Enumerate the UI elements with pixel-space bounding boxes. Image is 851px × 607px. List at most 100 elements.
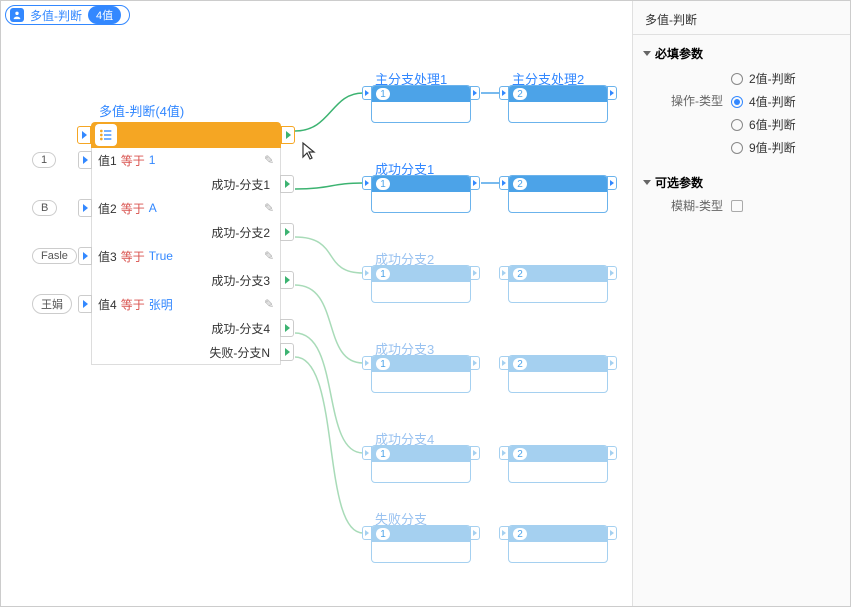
operator-label: 等于 xyxy=(121,248,145,265)
optional-label: 可选参数 xyxy=(655,174,703,191)
mini-node[interactable]: 1 xyxy=(371,85,471,123)
port-out-icon[interactable] xyxy=(281,126,295,144)
branch-row[interactable]: 失败-分支N xyxy=(92,340,280,364)
port-out-icon[interactable] xyxy=(280,343,294,361)
port-in-icon[interactable] xyxy=(362,86,372,100)
port-in-icon[interactable] xyxy=(499,526,509,540)
port-out-icon[interactable] xyxy=(607,266,617,280)
mini-node[interactable]: 2 xyxy=(508,85,608,123)
radio-option[interactable]: 2值-判断 xyxy=(731,70,796,87)
radio-option[interactable]: 6值-判断 xyxy=(731,116,796,133)
fuzzy-checkbox[interactable] xyxy=(731,200,743,212)
port-out-icon[interactable] xyxy=(470,526,480,540)
port-in-icon[interactable] xyxy=(78,247,92,265)
operator-label: 等于 xyxy=(121,152,145,169)
branch-label: 成功-分支3 xyxy=(211,272,270,289)
port-in-icon[interactable] xyxy=(362,266,372,280)
branch-row[interactable]: 成功-分支2 xyxy=(92,220,280,244)
port-out-icon[interactable] xyxy=(607,446,617,460)
value-label: 值4 xyxy=(98,296,117,313)
branch-row[interactable]: 成功-分支3 xyxy=(92,268,280,292)
port-in-icon[interactable] xyxy=(78,295,92,313)
port-out-icon[interactable] xyxy=(607,526,617,540)
port-out-icon[interactable] xyxy=(607,356,617,370)
port-out-icon[interactable] xyxy=(280,271,294,289)
port-out-icon[interactable] xyxy=(280,319,294,337)
radio-label: 6值-判断 xyxy=(749,116,796,133)
port-in-icon[interactable] xyxy=(362,356,372,370)
node-badge: 1 xyxy=(376,178,390,190)
input-chip[interactable]: 王娟 xyxy=(32,294,72,314)
port-in-icon[interactable] xyxy=(362,526,372,540)
port-in-icon[interactable] xyxy=(362,176,372,190)
input-chip[interactable]: 1 xyxy=(32,152,56,168)
required-label: 必填参数 xyxy=(655,45,703,62)
node-badge: 2 xyxy=(513,528,527,540)
node-badge: 2 xyxy=(513,88,527,100)
canvas[interactable]: 多值-判断 4值 多值-判断(4值) 1值1等于1✎成功-分支1B值2等于A✎成… xyxy=(1,1,632,606)
input-chip[interactable]: B xyxy=(32,200,57,216)
main-node[interactable]: 多值-判断(4值) 1值1等于1✎成功-分支1B值2等于A✎成功-分支2Fasl… xyxy=(91,101,281,365)
mini-node[interactable]: 2 xyxy=(508,175,608,213)
branch-label: 成功-分支1 xyxy=(211,176,270,193)
value-row[interactable]: Fasle值3等于True✎ xyxy=(92,244,280,268)
node-badge: 1 xyxy=(376,448,390,460)
port-in-icon[interactable] xyxy=(78,199,92,217)
mini-node[interactable]: 1 xyxy=(371,265,471,303)
edit-icon[interactable]: ✎ xyxy=(264,201,274,215)
sidebar-tab[interactable]: 多值-判断 xyxy=(633,5,850,35)
mini-node[interactable]: 2 xyxy=(508,355,608,393)
radio-option[interactable]: 9值-判断 xyxy=(731,139,796,156)
port-out-icon[interactable] xyxy=(470,356,480,370)
cursor-icon xyxy=(301,141,317,164)
port-in-icon[interactable] xyxy=(499,86,509,100)
port-in-icon[interactable] xyxy=(77,126,91,144)
port-out-icon[interactable] xyxy=(470,176,480,190)
port-out-icon[interactable] xyxy=(470,266,480,280)
edit-icon[interactable]: ✎ xyxy=(264,249,274,263)
branch-label: 成功-分支4 xyxy=(211,320,270,337)
port-out-icon[interactable] xyxy=(607,176,617,190)
port-out-icon[interactable] xyxy=(470,446,480,460)
value-row[interactable]: B值2等于A✎ xyxy=(92,196,280,220)
branch-row[interactable]: 成功-分支1 xyxy=(92,172,280,196)
port-in-icon[interactable] xyxy=(78,151,92,169)
port-in-icon[interactable] xyxy=(499,266,509,280)
operation-label: 操作-类型 xyxy=(667,92,723,109)
port-out-icon[interactable] xyxy=(280,175,294,193)
value-row[interactable]: 1值1等于1✎ xyxy=(92,148,280,172)
mini-node[interactable]: 1 xyxy=(371,525,471,563)
value-row[interactable]: 王娟值4等于张明✎ xyxy=(92,292,280,316)
mini-node[interactable]: 2 xyxy=(508,525,608,563)
disclosure-icon xyxy=(643,180,651,185)
port-in-icon[interactable] xyxy=(499,356,509,370)
port-in-icon[interactable] xyxy=(499,176,509,190)
mini-node[interactable]: 1 xyxy=(371,175,471,213)
port-in-icon[interactable] xyxy=(362,446,372,460)
fuzzy-row: 模糊-类型 xyxy=(633,195,850,216)
value-label: 值2 xyxy=(98,200,117,217)
branch-row[interactable]: 成功-分支4 xyxy=(92,316,280,340)
port-out-icon[interactable] xyxy=(607,86,617,100)
breadcrumb[interactable]: 多值-判断 4值 xyxy=(5,5,130,25)
mini-node[interactable]: 1 xyxy=(371,355,471,393)
port-out-icon[interactable] xyxy=(280,223,294,241)
radio-option[interactable]: 4值-判断 xyxy=(731,93,796,110)
mini-node[interactable]: 2 xyxy=(508,445,608,483)
radio-label: 2值-判断 xyxy=(749,70,796,87)
main-node-header[interactable] xyxy=(91,122,281,148)
edit-icon[interactable]: ✎ xyxy=(264,297,274,311)
node-badge: 2 xyxy=(513,178,527,190)
port-in-icon[interactable] xyxy=(499,446,509,460)
edit-icon[interactable]: ✎ xyxy=(264,153,274,167)
port-out-icon[interactable] xyxy=(470,86,480,100)
fuzzy-label: 模糊-类型 xyxy=(667,197,723,214)
section-header-optional[interactable]: 可选参数 xyxy=(633,170,850,195)
mini-node[interactable]: 2 xyxy=(508,265,608,303)
node-badge: 1 xyxy=(376,88,390,100)
input-chip[interactable]: Fasle xyxy=(32,248,77,264)
section-header-required[interactable]: 必填参数 xyxy=(633,41,850,66)
node-badge: 2 xyxy=(513,268,527,280)
sidebar: 多值-判断 必填参数 操作-类型 2值-判断 4值-判断 6值-判断 9值-判断 可选… xyxy=(632,1,850,606)
mini-node[interactable]: 1 xyxy=(371,445,471,483)
